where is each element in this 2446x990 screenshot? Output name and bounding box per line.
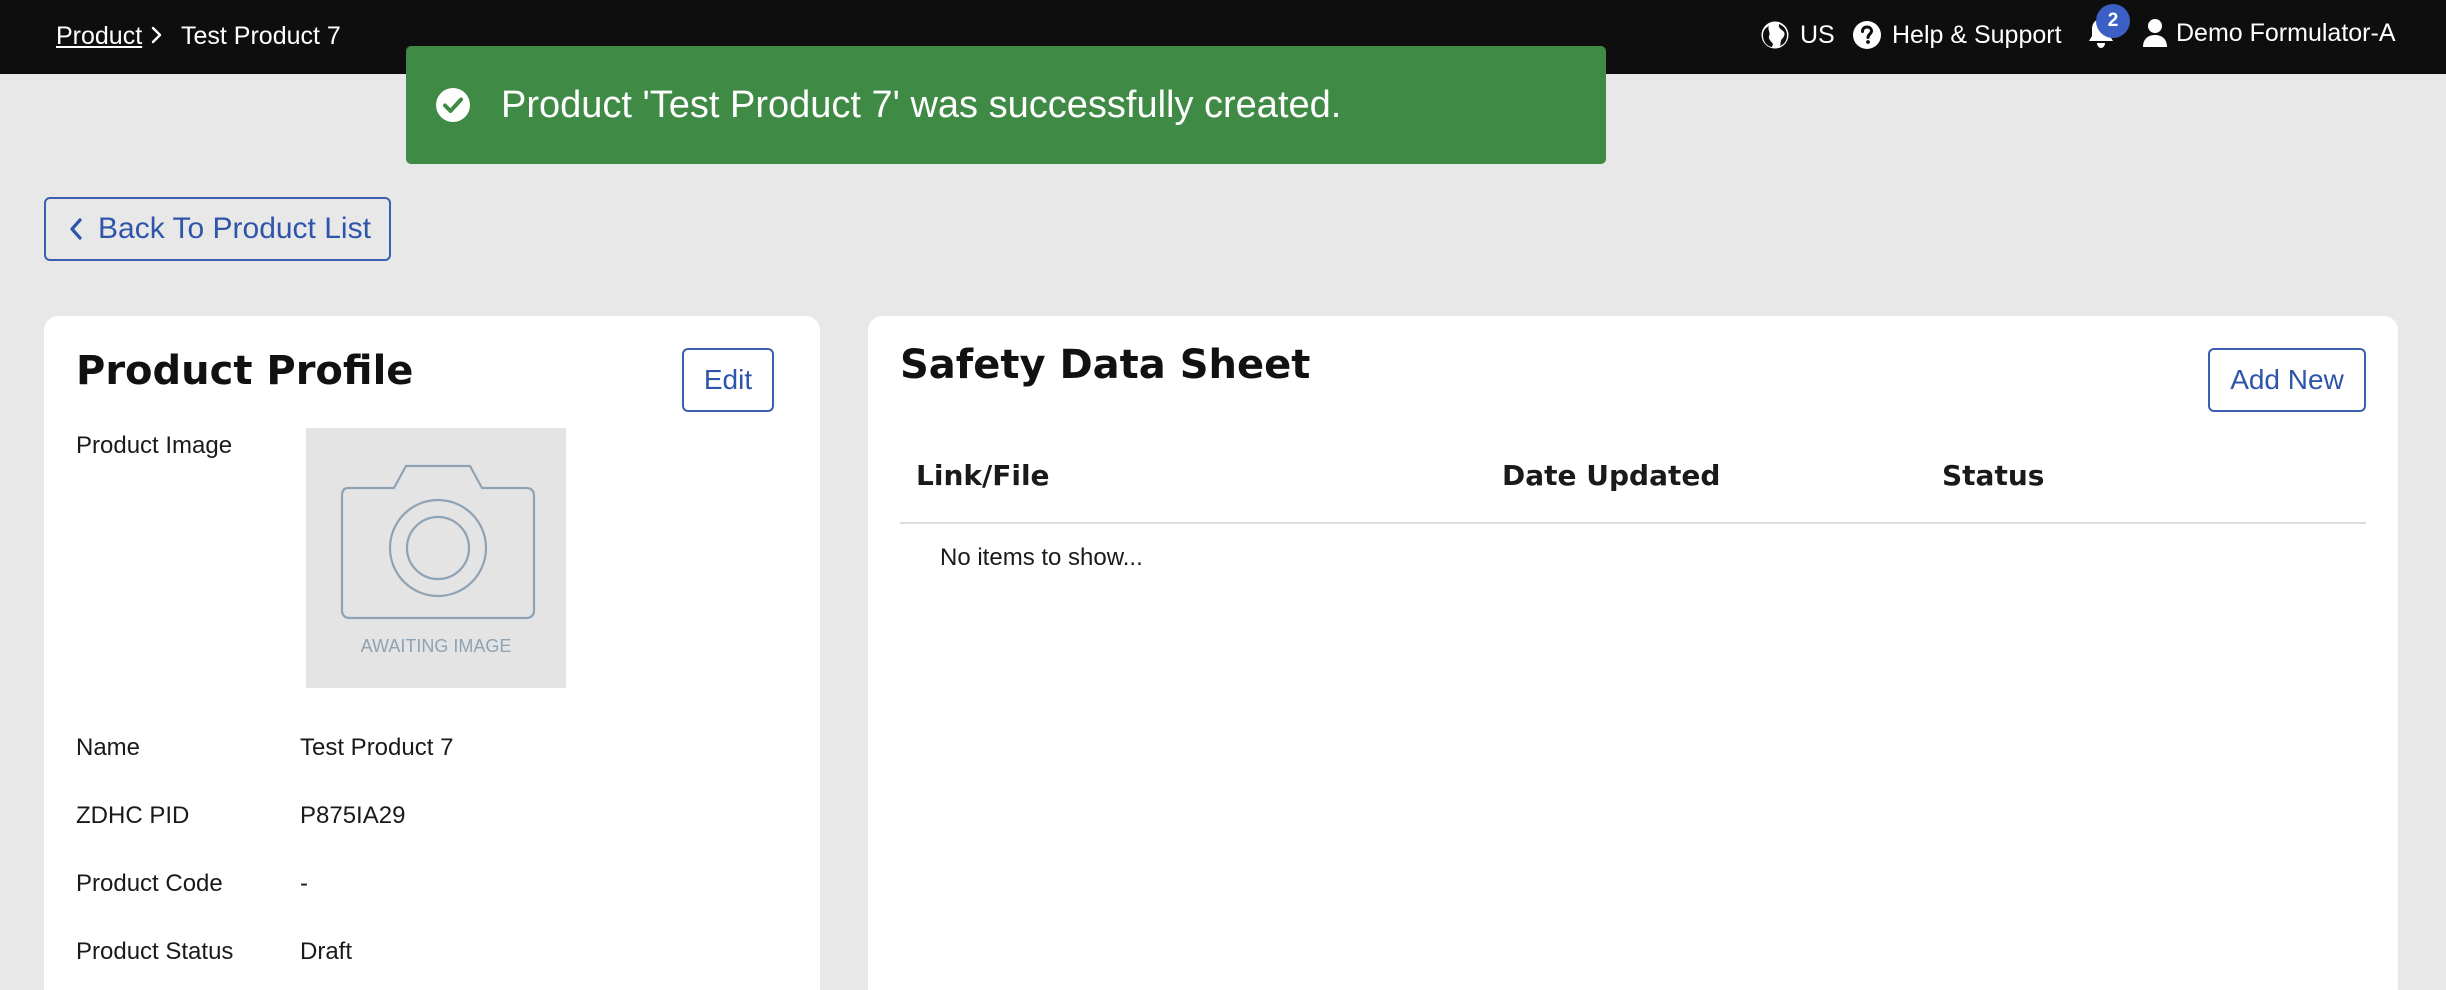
- camera-icon: [340, 464, 536, 625]
- safety-data-sheet-title: Safety Data Sheet: [900, 342, 1311, 388]
- breadcrumb-chevron-icon: [150, 22, 164, 55]
- field-value-name: Test Product 7: [300, 734, 454, 761]
- column-header-date-updated: Date Updated: [1502, 459, 1721, 492]
- column-header-status: Status: [1942, 459, 2045, 492]
- product-image-placeholder: AWAITING IMAGE: [306, 428, 566, 688]
- field-value-product-code: -: [300, 870, 308, 897]
- back-to-product-list-button[interactable]: Back To Product List: [44, 197, 391, 261]
- question-circle-icon: [1852, 20, 1882, 50]
- field-label-product-status: Product Status: [76, 938, 234, 965]
- table-header-divider: [900, 522, 2366, 524]
- help-support-label: Help & Support: [1892, 20, 2062, 49]
- back-button-label: Back To Product List: [98, 212, 371, 245]
- breadcrumb-product-link[interactable]: Product: [56, 22, 142, 51]
- globe-icon: [1760, 20, 1790, 50]
- edit-button[interactable]: Edit: [682, 348, 774, 412]
- column-header-link-file: Link/File: [916, 459, 1050, 492]
- check-circle-icon: [435, 87, 471, 123]
- user-menu[interactable]: Demo Formulator-A: [2142, 18, 2396, 48]
- field-label-zdhc-pid: ZDHC PID: [76, 802, 190, 829]
- product-image-label: Product Image: [76, 432, 233, 459]
- field-value-product-status: Draft: [300, 938, 353, 965]
- field-label-name: Name: [76, 734, 141, 761]
- success-toast: Product 'Test Product 7' was successfull…: [406, 46, 1606, 164]
- notification-count-badge: 2: [2096, 4, 2130, 38]
- user-icon: [2142, 18, 2168, 48]
- region-selector[interactable]: US: [1760, 20, 1835, 50]
- chevron-left-icon: [68, 216, 84, 242]
- add-new-button[interactable]: Add New: [2208, 348, 2366, 412]
- region-label: US: [1800, 20, 1835, 49]
- product-profile-title: Product Profile: [76, 348, 414, 394]
- product-profile-card: Product Profile Edit Product Image AWAIT…: [44, 316, 820, 990]
- help-support-link[interactable]: Help & Support: [1852, 20, 2062, 50]
- breadcrumb-current: Test Product 7: [181, 22, 341, 50]
- awaiting-image-caption: AWAITING IMAGE: [360, 636, 512, 656]
- field-label-product-code: Product Code: [76, 870, 223, 897]
- safety-data-sheet-card: Safety Data Sheet Add New Link/File Date…: [868, 316, 2398, 990]
- field-value-zdhc-pid: P875IA29: [300, 802, 406, 829]
- toast-message: Product 'Test Product 7' was successfull…: [501, 83, 1342, 126]
- empty-table-message: No items to show...: [940, 544, 1143, 571]
- user-name: Demo Formulator-A: [2176, 18, 2396, 47]
